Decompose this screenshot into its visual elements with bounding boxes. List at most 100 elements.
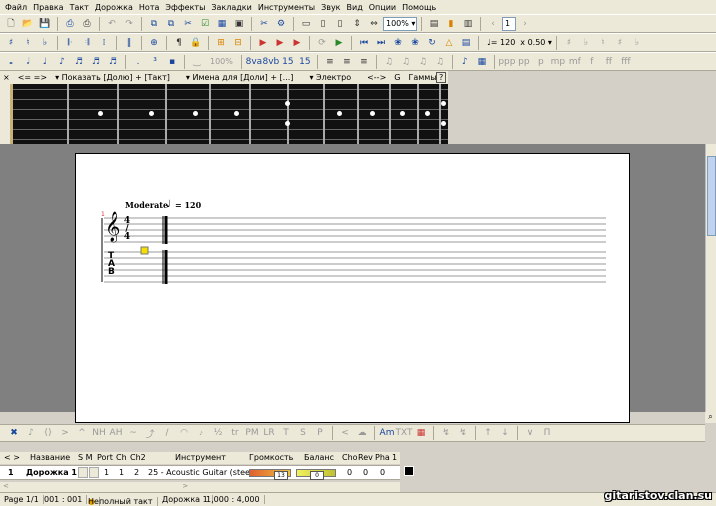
dotted-icon[interactable]: . bbox=[130, 54, 146, 70]
col-ch[interactable]: Ch bbox=[116, 453, 127, 462]
menu-sound[interactable]: Звук bbox=[318, 3, 343, 12]
tempo-display[interactable]: ♩= 120 bbox=[487, 38, 515, 47]
pilcrow-icon[interactable]: ¶ bbox=[171, 35, 187, 51]
col-sm[interactable]: S M bbox=[78, 453, 93, 462]
print-icon[interactable]: ⎙ bbox=[79, 16, 95, 32]
paw-icon[interactable]: ❀ bbox=[390, 35, 406, 51]
page-counter[interactable]: 1 bbox=[502, 16, 516, 31]
score-page[interactable]: 1 Moderate ♩ = 120 𝄞 4/4 TAB bbox=[75, 153, 630, 423]
track-reverb[interactable]: 0 bbox=[363, 468, 368, 477]
repeat-alt-icon[interactable]: ⁞ bbox=[96, 35, 112, 51]
dynamic-ff-icon[interactable]: ff bbox=[601, 54, 617, 70]
col-reverb[interactable]: Rev bbox=[358, 453, 373, 462]
beam2-icon[interactable]: ♫ bbox=[398, 54, 414, 70]
menu-edit[interactable]: Правка bbox=[30, 3, 66, 12]
lock-icon[interactable]: 🔒 bbox=[188, 35, 204, 51]
dynamic-fff-icon[interactable]: fff bbox=[618, 54, 634, 70]
piano-icon[interactable]: ▥ bbox=[460, 16, 476, 32]
natural-harmonic-icon[interactable]: NH bbox=[91, 425, 107, 441]
zoom-corner-icon[interactable]: ⌕ bbox=[705, 412, 716, 423]
octave-down-icon[interactable]: 8vb bbox=[263, 54, 280, 70]
track-chorus[interactable]: 0 bbox=[347, 468, 352, 477]
chord-diagram-icon[interactable]: ▦ bbox=[474, 54, 490, 70]
repeat-start-icon[interactable]: 𝄆 bbox=[62, 35, 78, 51]
menu-bookmarks[interactable]: Закладки bbox=[208, 3, 254, 12]
menu-tools[interactable]: Инструменты bbox=[255, 3, 318, 12]
repeat-end-icon[interactable]: 𝄇 bbox=[79, 35, 95, 51]
let-ring-icon[interactable]: LR bbox=[261, 425, 277, 441]
splitter[interactable] bbox=[0, 441, 705, 452]
stroke-icon[interactable]: ☁ bbox=[354, 425, 370, 441]
menu-file[interactable]: Файл bbox=[2, 3, 30, 12]
track-add-icon[interactable]: ▶ bbox=[272, 35, 288, 51]
color-icon[interactable]: ▦ bbox=[413, 425, 429, 441]
fretboard-nav[interactable]: <= => bbox=[18, 73, 47, 82]
track-instrument[interactable]: 25 - Acoustic Guitar (steel) bbox=[148, 468, 255, 477]
track-port[interactable]: 1 bbox=[104, 468, 109, 477]
fretboard[interactable] bbox=[10, 84, 448, 144]
sixtyfourth-note-icon[interactable]: ♬ bbox=[105, 54, 121, 70]
solo-toggle[interactable] bbox=[78, 467, 88, 478]
flat-icon[interactable]: ♭ bbox=[578, 35, 594, 51]
vibrato-icon[interactable]: ~ bbox=[125, 425, 141, 441]
score-view[interactable]: 1 Moderate ♩ = 120 𝄞 4/4 TAB bbox=[0, 144, 705, 423]
mixer-icon[interactable]: ▤ bbox=[426, 16, 442, 32]
paw2-icon[interactable]: ❀ bbox=[407, 35, 423, 51]
instrument-select[interactable]: ▾ Электро bbox=[309, 73, 359, 82]
sixteenth-note-icon[interactable]: ♬ bbox=[71, 54, 87, 70]
octave-up-icon[interactable]: 8va bbox=[246, 54, 263, 70]
marker-icon[interactable]: ⊕ bbox=[146, 35, 162, 51]
arrows-button[interactable]: <--> bbox=[367, 73, 386, 82]
countdown-icon[interactable]: ▤ bbox=[458, 35, 474, 51]
col-phaser[interactable]: Pha bbox=[375, 453, 390, 462]
hammer-icon[interactable]: ◠ bbox=[176, 425, 192, 441]
guitar-icon[interactable]: ▮ bbox=[443, 16, 459, 32]
bend-icon[interactable]: ⤴ bbox=[142, 425, 158, 441]
text-tool-icon[interactable]: TXT bbox=[396, 425, 413, 441]
dynamic-ppp-icon[interactable]: ppp bbox=[498, 54, 515, 70]
col-chorus[interactable]: Cho bbox=[342, 453, 358, 462]
settings-icon[interactable]: ⚙ bbox=[273, 16, 289, 32]
mute-toggle[interactable] bbox=[89, 467, 99, 478]
col-ch2[interactable]: Ch2 bbox=[130, 453, 146, 462]
heavy-accent-icon[interactable]: ^ bbox=[74, 425, 90, 441]
layout-vertical-icon[interactable]: ▯ bbox=[332, 16, 348, 32]
fifteen-down-icon[interactable]: 15 bbox=[297, 54, 313, 70]
dsharp-icon[interactable]: ♯ bbox=[612, 35, 628, 51]
dflat-icon[interactable]: ♭ bbox=[629, 35, 645, 51]
fifteen-up-icon[interactable]: 15 bbox=[280, 54, 296, 70]
half-note-icon[interactable]: 𝅗𝅥 bbox=[20, 54, 36, 70]
insert-measure-icon[interactable]: ⊞ bbox=[213, 35, 229, 51]
ghost-note-icon[interactable]: ♪ bbox=[23, 425, 39, 441]
rest-icon[interactable]: ▪ bbox=[164, 54, 180, 70]
trill-icon[interactable]: tr bbox=[227, 425, 243, 441]
double-bar-icon[interactable]: ‖ bbox=[121, 35, 137, 51]
layout-horizontal-icon[interactable]: ▭ bbox=[298, 16, 314, 32]
print-preview-icon[interactable]: ⎙ bbox=[62, 16, 78, 32]
save-icon[interactable]: 💾 bbox=[37, 16, 53, 32]
first-icon[interactable]: ▶ bbox=[255, 35, 271, 51]
dynamic-pp-icon[interactable]: pp bbox=[516, 54, 532, 70]
tap-icon[interactable]: T bbox=[278, 425, 294, 441]
quarter-note-icon[interactable]: ♩ bbox=[37, 54, 53, 70]
velocity-percent[interactable]: 100% bbox=[210, 57, 233, 66]
menu-effects[interactable]: Эффекты bbox=[162, 3, 208, 12]
loop-icon[interactable]: ⟳ bbox=[314, 35, 330, 51]
tracks-nav[interactable]: < > bbox=[4, 453, 20, 462]
pop-icon[interactable]: P bbox=[312, 425, 328, 441]
fermata-icon[interactable]: ∨ bbox=[522, 425, 538, 441]
dynamic-f-icon[interactable]: f bbox=[584, 54, 600, 70]
sharp-icon[interactable]: ♯ bbox=[561, 35, 577, 51]
align-center-icon[interactable]: ≡ bbox=[339, 54, 355, 70]
scroll-thumb[interactable] bbox=[707, 156, 716, 236]
track-channel[interactable]: 1 bbox=[119, 468, 124, 477]
col-port[interactable]: Port bbox=[97, 453, 113, 462]
go-end-icon[interactable]: ⏭ bbox=[373, 35, 389, 51]
menu-note[interactable]: Нота bbox=[136, 3, 162, 12]
zoom-select[interactable]: 100% ▾ bbox=[383, 16, 417, 31]
align-left-icon[interactable]: ≡ bbox=[322, 54, 338, 70]
measure-filled-icon[interactable] bbox=[404, 466, 414, 476]
slap-icon[interactable]: S bbox=[295, 425, 311, 441]
track-name[interactable]: Дорожка 1 bbox=[26, 468, 77, 477]
accent-icon[interactable]: > bbox=[57, 425, 73, 441]
